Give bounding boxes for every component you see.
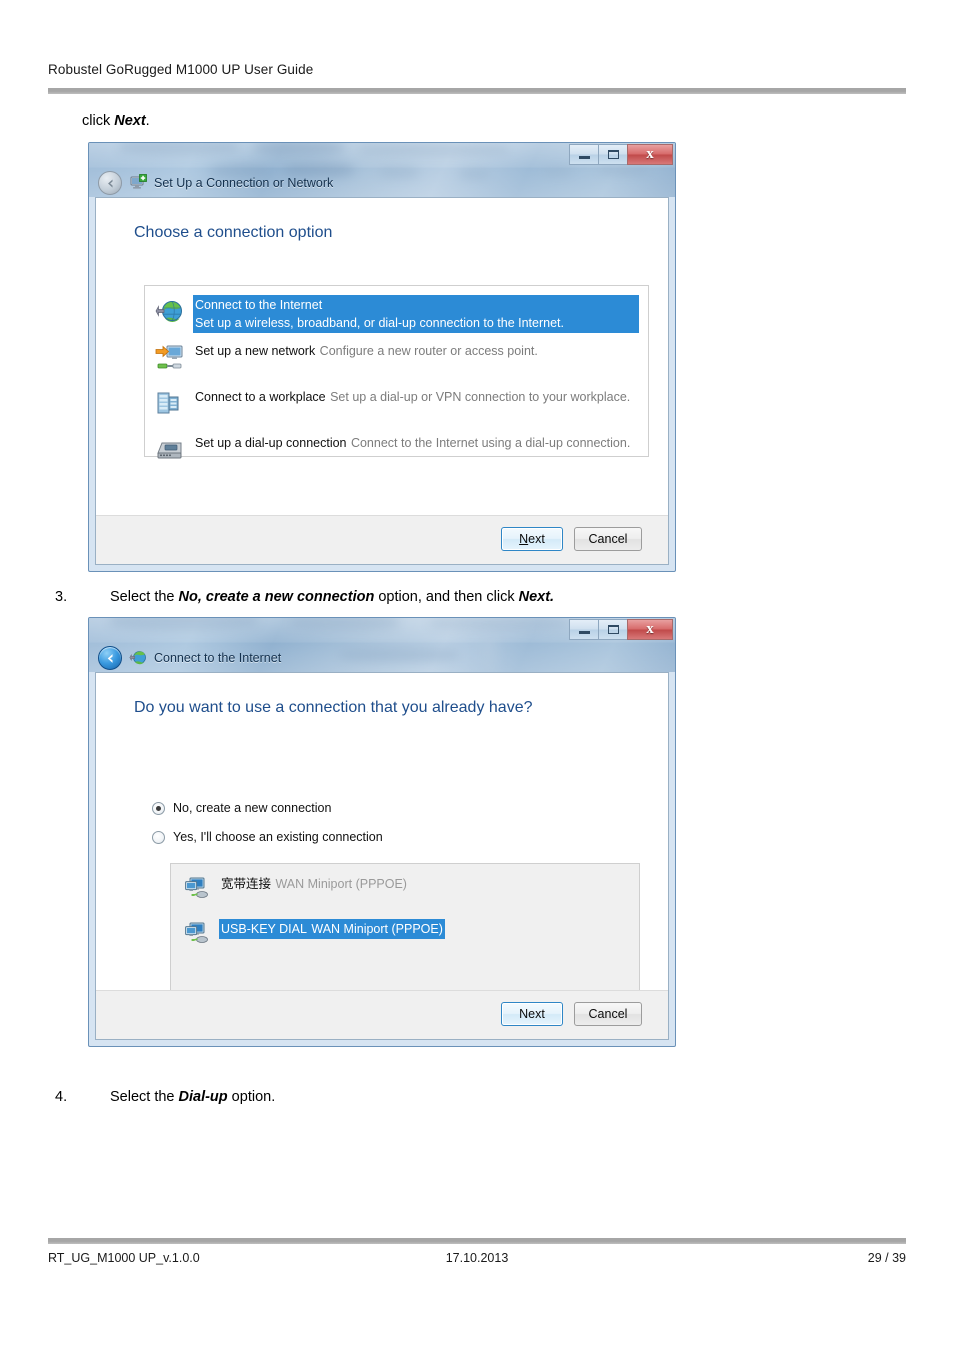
maximize-button[interactable] [598, 144, 627, 165]
dialog-title: Set Up a Connection or Network [154, 176, 334, 190]
radio-button-icon[interactable] [152, 830, 165, 844]
connection-device: WAN Miniport (PPPOE) [311, 922, 443, 936]
close-icon: x [646, 146, 654, 162]
connection-label-group: 宽带连接 WAN Miniport (PPPOE) [219, 874, 409, 894]
option-title: Set up a new network [195, 344, 316, 358]
dialup-modem-icon [155, 435, 185, 465]
connection-option-list[interactable]: Connect to the Internet Set up a wireles… [144, 285, 649, 459]
radio-no-create-a-new-connection[interactable]: No, create a new connection [152, 801, 331, 815]
cancel-button[interactable]: Cancel [574, 1002, 642, 1026]
step-text: Select the No, create a new connection o… [110, 587, 554, 607]
next-button[interactable]: Next [501, 1002, 563, 1026]
minimize-button[interactable] [569, 144, 598, 165]
header-divider [48, 88, 906, 94]
page-footer: RT_UG_M1000 UP_v.1.0.0 17.10.2013 29 / 3… [48, 1251, 906, 1271]
step4-b: option. [227, 1089, 276, 1105]
option-title: Connect to a workplace [195, 390, 326, 404]
page-header: Robustel GoRugged M1000 UP User Guide [48, 62, 906, 77]
radio-button-icon[interactable] [152, 801, 165, 815]
maximize-button[interactable] [598, 619, 627, 640]
dialog-titlebar: Set Up a Connection or Network [89, 169, 333, 197]
option-label-group: Connect to the Internet Set up a wireles… [193, 295, 639, 333]
window-controls[interactable]: x [569, 144, 673, 166]
network-setup-icon [129, 174, 147, 192]
window-controls[interactable]: x [569, 619, 673, 641]
connection-label-group: USB-KEY DIAL WAN Miniport (PPPOE) [219, 919, 445, 939]
option-title: Set up a dial-up connection [195, 436, 347, 450]
maximize-icon [608, 625, 619, 634]
footer-divider [48, 1238, 906, 1244]
option-set-up-a-new-network[interactable]: Set up a new network Configure a new rou… [155, 341, 639, 375]
dialog-heading: Choose a connection option [134, 224, 333, 241]
option-subtitle: Set up a wireless, broadband, or dial-up… [195, 316, 564, 330]
next-button-accel: N [519, 532, 529, 546]
step-number: 4. [55, 1089, 68, 1105]
dialog-content: Do you want to use a connection that you… [96, 673, 668, 1023]
dialog-footer: Next Cancel [96, 515, 668, 564]
connection-name: 宽带连接 [221, 877, 272, 891]
instruction-bold-next: Next [114, 113, 146, 129]
step3-b: option, and then click [374, 589, 519, 605]
option-title: Connect to the Internet [195, 298, 323, 312]
close-button[interactable]: x [627, 144, 673, 165]
step3-bold-2: Next. [518, 589, 555, 605]
globe-internet-icon [155, 297, 185, 327]
globe-internet-icon [129, 649, 147, 667]
dialog-title: Connect to the Internet [154, 651, 282, 665]
footer-date: 17.10.2013 [445, 1251, 509, 1265]
minimize-icon [579, 631, 590, 634]
back-arrow-icon [107, 654, 113, 663]
option-connect-to-the-internet[interactable]: Connect to the Internet Set up a wireles… [155, 295, 639, 333]
radio-label: No, create a new connection [173, 801, 332, 815]
next-button[interactable]: Next [501, 527, 563, 551]
option-subtitle: Set up a dial-up or VPN connection to yo… [330, 390, 631, 404]
back-button[interactable] [98, 171, 122, 195]
step3-a: Select the [110, 589, 179, 605]
dialog-content: Choose a connection option Connect to th… [96, 198, 668, 516]
back-button[interactable] [98, 646, 122, 670]
step4-a: Select the [110, 1089, 179, 1105]
minimize-icon [579, 156, 590, 159]
dialog-titlebar: Connect to the Internet [89, 644, 281, 672]
dialog-footer: Next Cancel [96, 990, 668, 1039]
instruction-click-next: click Next. [82, 111, 150, 131]
radio-label: Yes, I'll choose an existing connection [173, 830, 383, 844]
dialog-connect-to-the-internet[interactable]: x Connect to the Internet Do you want to… [88, 617, 676, 1047]
connection-item-usb-key-dial[interactable]: USB-KEY DIAL WAN Miniport (PPPOE) [185, 919, 625, 951]
back-arrow-icon [108, 179, 113, 188]
page-title: Robustel GoRugged M1000 UP User Guide [48, 62, 314, 77]
next-button-rest: ext [528, 532, 545, 546]
minimize-button[interactable] [569, 619, 598, 640]
cancel-button[interactable]: Cancel [574, 527, 642, 551]
connection-item-broadband[interactable]: 宽带连接 WAN Miniport (PPPOE) [185, 874, 625, 906]
network-connection-icon [185, 922, 211, 946]
step-text: Select the Dial-up option. [110, 1087, 275, 1107]
instruction-text-suffix: . [145, 113, 150, 129]
connection-device: WAN Miniport (PPPOE) [275, 877, 407, 891]
option-subtitle: Configure a new router or access point. [319, 344, 538, 358]
dialog-body: Choose a connection option Connect to th… [95, 197, 669, 565]
workplace-server-icon [155, 389, 185, 419]
option-label-group: Set up a dial-up connection Connect to t… [193, 433, 632, 453]
dialog-heading: Do you want to use a connection that you… [134, 699, 533, 716]
option-label-group: Connect to a workplace Set up a dial-up … [193, 387, 632, 407]
connection-name: USB-KEY DIAL [221, 922, 307, 936]
option-connect-to-a-workplace[interactable]: Connect to a workplace Set up a dial-up … [155, 387, 639, 421]
footer-page-number: 29 / 39 [867, 1251, 906, 1265]
dialog-set-up-a-connection-or-network[interactable]: x Set Up a Connection or Network Choose … [88, 142, 676, 572]
new-network-icon [155, 343, 185, 373]
close-icon: x [646, 621, 654, 637]
maximize-icon [608, 150, 619, 159]
radio-yes-choose-existing-connection[interactable]: Yes, I'll choose an existing connection [152, 830, 383, 844]
option-label-group: Set up a new network Configure a new rou… [193, 341, 540, 361]
dialog-body: Do you want to use a connection that you… [95, 672, 669, 1040]
step3-bold-1: No, create a new connection [178, 589, 375, 605]
step4-bold-1: Dial-up [178, 1089, 228, 1105]
option-set-up-a-dial-up-connection[interactable]: Set up a dial-up connection Connect to t… [155, 433, 639, 467]
close-button[interactable]: x [627, 619, 673, 640]
instruction-text-prefix: click [82, 113, 115, 129]
step-number: 3. [55, 589, 68, 605]
option-subtitle: Connect to the Internet using a dial-up … [350, 436, 631, 450]
network-connection-icon [185, 877, 211, 901]
